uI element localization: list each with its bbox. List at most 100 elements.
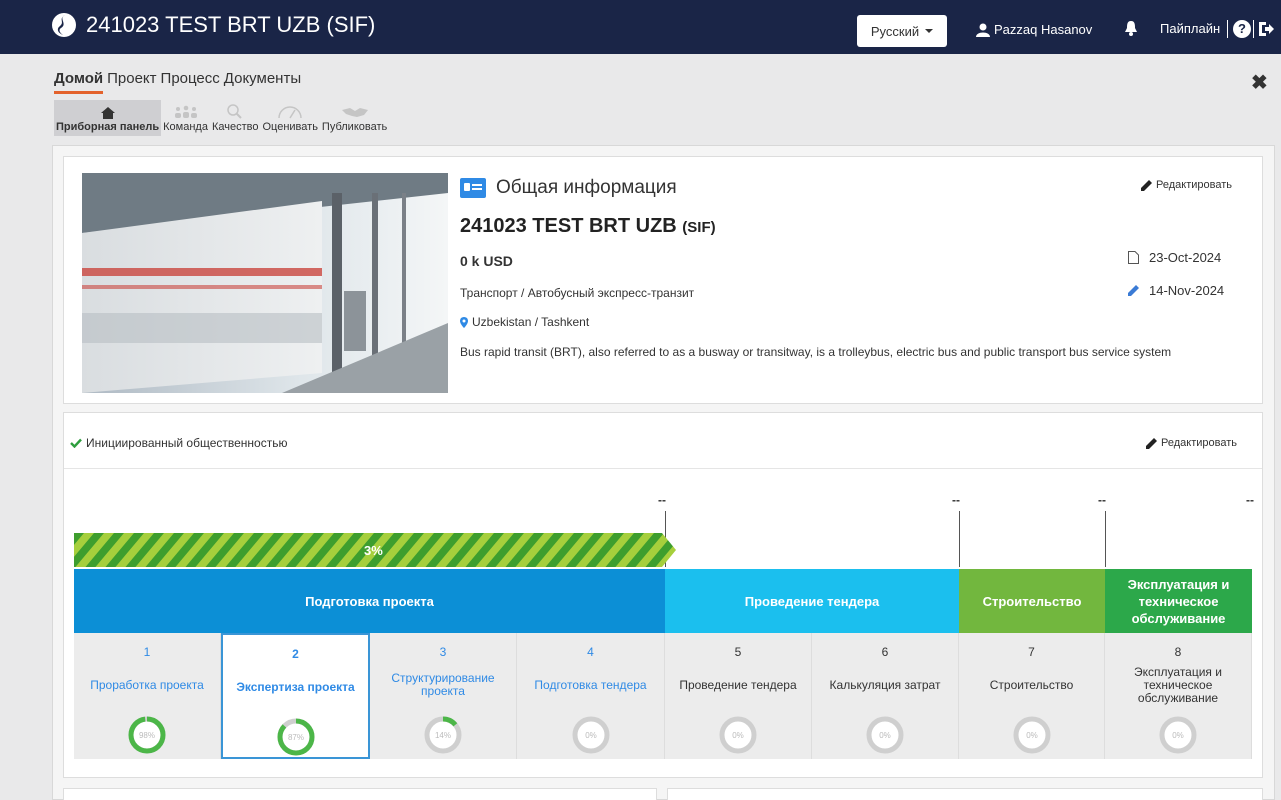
subnav-label: Оценивать	[262, 121, 318, 133]
tab-project[interactable]: Проект	[107, 70, 156, 94]
step-number: 3	[439, 645, 447, 659]
step-progress-ring: 98%	[128, 716, 166, 754]
top-bar: 241023 TEST BRT UZB (SIF) Русский Pazzaq…	[0, 0, 1281, 54]
step-number: 7	[1028, 645, 1035, 659]
subnav-evaluate[interactable]: Оценивать	[260, 100, 319, 136]
logo-icon	[52, 13, 76, 37]
edit-label: Редактировать	[1156, 179, 1232, 191]
pipeline-link[interactable]: Пайплайн	[1160, 21, 1220, 36]
step-label: Строительство	[989, 677, 1074, 692]
quality-icon	[227, 104, 242, 119]
help-icon[interactable]: ?	[1233, 20, 1251, 38]
main-nav: Домой Проект Процесс Документы	[54, 70, 301, 94]
language-dropdown[interactable]: Русский	[857, 15, 947, 47]
process-step-8[interactable]: 8 Эксплуатация и техническое обслуживание…	[1105, 633, 1252, 759]
subnav-publish[interactable]: Публиковать	[320, 100, 389, 136]
phase-divider	[959, 511, 960, 567]
initiation-status: Инициированный общественностью	[70, 436, 287, 450]
process-step-7[interactable]: 7 Строительство 0%	[959, 633, 1105, 759]
project-amount: 0 k USD	[460, 253, 513, 269]
project-title: 241023 TEST BRT UZB (SIF)	[460, 215, 716, 238]
phase-tender: Проведение тендера	[665, 569, 959, 633]
project-timeline-card: Инициированный общественностью Редактиро…	[63, 412, 1263, 778]
timeline-header: Инициированный общественностью Редактиро…	[64, 413, 1262, 469]
bottom-card-right	[667, 788, 1263, 800]
edit-label: Редактировать	[1161, 437, 1237, 449]
step-number: 5	[734, 645, 742, 659]
pencil-icon	[1141, 179, 1152, 191]
step-number: 4	[587, 645, 594, 659]
project-suffix: (SIF)	[682, 219, 716, 236]
subnav-dashboard[interactable]: Приборная панель	[54, 100, 162, 136]
pencil-icon	[1128, 285, 1139, 296]
handshake-icon	[341, 108, 368, 117]
section-title: Общая информация	[460, 177, 677, 199]
process-step-3[interactable]: 3 Структурирование проекта 14%	[370, 633, 517, 759]
divider	[1253, 20, 1254, 38]
step-label: Эксплуатация и техническое обслуживание	[1134, 664, 1222, 705]
step-percent: 0%	[1026, 731, 1038, 740]
location-text: Uzbekistan / Tashkent	[472, 315, 590, 329]
check-icon	[70, 438, 82, 448]
overall-progress-bar: 3%	[74, 533, 676, 567]
team-icon	[174, 105, 197, 118]
tab-home[interactable]: Домой	[54, 70, 104, 94]
tab-documents[interactable]: Документы	[224, 70, 301, 94]
phase-date-placeholder: --	[952, 493, 960, 507]
project-photo-image	[82, 173, 448, 393]
caret-down-icon	[925, 29, 934, 33]
phase-divider	[1105, 511, 1106, 567]
phase-label: Строительство	[982, 593, 1082, 609]
tab-process[interactable]: Процесс	[161, 70, 220, 94]
logout-icon[interactable]	[1257, 20, 1275, 38]
edit-info-link[interactable]: Редактировать	[1141, 179, 1232, 191]
step-percent: 87%	[287, 733, 303, 742]
subnav-team[interactable]: Команда	[161, 100, 210, 136]
divider	[1227, 20, 1228, 38]
step-percent: 98%	[139, 731, 155, 740]
phase-operation: Эксплуатация и техническое обслуживание	[1105, 569, 1252, 633]
status-text: Инициированный общественностью	[86, 436, 288, 450]
step-progress-ring: 14%	[424, 716, 462, 754]
step-label: Калькуляция затрат	[829, 677, 941, 692]
step-progress-ring: 0%	[572, 716, 609, 754]
created-date: 23-Oct-2024	[1128, 250, 1221, 265]
process-step-5[interactable]: 5 Проведение тендера 0%	[665, 633, 812, 759]
edit-timeline-link[interactable]: Редактировать	[1146, 437, 1237, 449]
project-sector: Транспорт / Автобусный экспресс-транзит	[460, 286, 695, 300]
progress-label: 3%	[364, 543, 383, 558]
section-title-text: Общая информация	[496, 177, 677, 198]
process-step-6[interactable]: 6 Калькуляция затрат 0%	[812, 633, 959, 759]
step-label: Проведение тендера	[679, 677, 797, 692]
subnav-label: Команда	[163, 121, 208, 133]
step-number: 8	[1174, 645, 1182, 659]
phase-construction: Строительство	[959, 569, 1105, 633]
pencil-icon	[1146, 437, 1157, 449]
step-progress-ring: 0%	[1013, 716, 1050, 754]
step-progress-ring: 0%	[719, 716, 757, 754]
phase-project-preparation: Подготовка проекта	[74, 569, 665, 633]
phase-date-placeholder: --	[1246, 493, 1254, 507]
close-icon[interactable]: ✖	[1251, 70, 1268, 95]
project-name: 241023 TEST BRT UZB	[460, 215, 677, 237]
step-label: Структурирование проекта	[391, 671, 495, 698]
map-pin-icon	[460, 316, 468, 328]
step-label: Подготовка тендера	[534, 677, 647, 692]
project-description: Bus rapid transit (BRT), also referred t…	[460, 345, 1172, 359]
updated-date: 14-Nov-2024	[1128, 283, 1224, 298]
project-photo	[82, 173, 448, 393]
user-menu[interactable]: Pazzaq Hasanov	[976, 22, 1092, 37]
language-label: Русский	[870, 23, 920, 39]
step-percent: 0%	[732, 731, 744, 740]
process-step-2[interactable]: 2 Экспертиза проекта 87%	[221, 633, 370, 759]
step-number: 2	[292, 647, 299, 661]
bell-icon[interactable]	[1124, 20, 1138, 36]
step-label: Проработка проекта	[90, 677, 204, 692]
process-step-4[interactable]: 4 Подготовка тендера 0%	[517, 633, 665, 759]
subnav-quality[interactable]: Качество	[210, 100, 261, 136]
home-icon	[100, 107, 115, 119]
phase-date-placeholder: --	[1098, 493, 1106, 507]
process-step-1[interactable]: 1 Проработка проекта 98%	[74, 633, 221, 759]
app-title: 241023 TEST BRT UZB (SIF)	[86, 12, 376, 37]
updated-date-text: 14-Nov-2024	[1149, 283, 1225, 298]
